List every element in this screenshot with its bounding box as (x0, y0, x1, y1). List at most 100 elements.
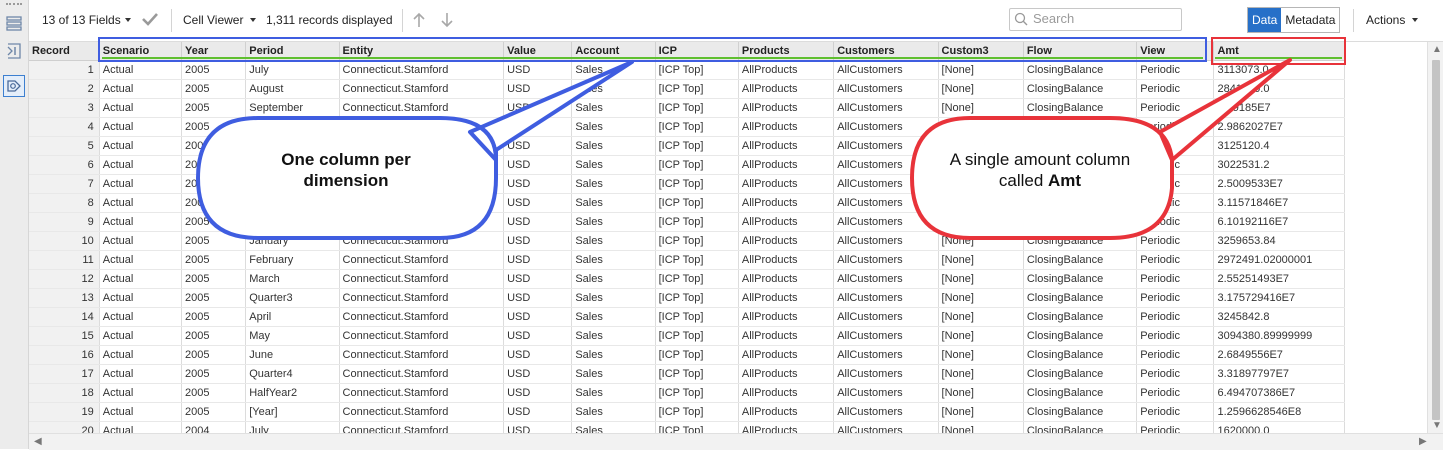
cell-value[interactable]: USD (503, 269, 573, 289)
cell-view[interactable]: Periodic (1136, 307, 1215, 327)
cell-viewer-selector[interactable]: Cell Viewer (183, 13, 243, 27)
cell-icp[interactable]: [ICP Top] (655, 383, 739, 403)
cell-amt[interactable]: 2841000.0 (1213, 79, 1345, 99)
cell-customers[interactable]: AllCustomers (833, 155, 939, 175)
scroll-up-arrow-icon[interactable]: ▲ (1432, 44, 1442, 55)
cell-flow[interactable]: ClosingBalance (1023, 79, 1138, 99)
cell-period[interactable]: [Year] (245, 402, 340, 422)
cell-products[interactable]: AllProducts (738, 155, 835, 175)
record-number-cell[interactable]: 15 (29, 326, 100, 346)
cell-customers[interactable]: AllCustomers (833, 250, 939, 270)
cell-amt[interactable]: 2.55251493E7 (1213, 269, 1345, 289)
cell-custom3[interactable]: [None] (938, 402, 1024, 422)
cell-customers[interactable]: AllCustomers (833, 364, 939, 384)
cell-view[interactable]: Periodic (1136, 402, 1215, 422)
cell-view[interactable]: Periodic (1136, 326, 1215, 346)
record-number-cell[interactable]: 14 (29, 307, 100, 327)
cell-view[interactable]: Periodic (1136, 117, 1215, 137)
cell-account[interactable]: Sales (571, 345, 656, 365)
cell-value[interactable]: USD (503, 421, 573, 433)
cell-entity[interactable]: Connecticut.Stamford (339, 345, 505, 365)
cell-products[interactable]: AllProducts (738, 307, 835, 327)
cell-entity[interactable]: Connecticut.Stamford (339, 326, 505, 346)
scroll-down-arrow-icon[interactable]: ▼ (1432, 420, 1442, 431)
cell-custom3[interactable]: [None] (938, 269, 1024, 289)
cell-icp[interactable]: [ICP Top] (655, 98, 739, 118)
cell-products[interactable]: AllProducts (738, 117, 835, 137)
cell-value[interactable]: USD (503, 117, 573, 137)
cell-customers[interactable]: AllCustomers (833, 174, 939, 194)
record-number-cell[interactable]: 6 (29, 155, 100, 175)
cell-scenario[interactable]: Actual (99, 117, 183, 137)
table-row[interactable]: 19 Actual 2005 [Year] Connecticut.Stamford US… (29, 402, 1345, 422)
column-header-customers[interactable]: Customers (833, 42, 939, 61)
cell-view[interactable]: Periodic (1136, 250, 1215, 270)
cell-year[interactable]: 2005 (181, 250, 247, 270)
scroll-left-arrow-icon[interactable]: ◀ (34, 436, 42, 447)
cell-scenario[interactable]: Actual (99, 269, 183, 289)
cell-amt[interactable]: 6.494707386E7 (1213, 383, 1345, 403)
cell-scenario[interactable]: Actual (99, 174, 183, 194)
table-row[interactable]: 16 Actual 2005 June Connecticut.Stamford USD S… (29, 345, 1345, 365)
cell-year[interactable]: 2005 (181, 383, 247, 403)
cell-year[interactable]: 2005 (181, 269, 247, 289)
cell-entity[interactable]: Connecticut.Stamford (339, 269, 505, 289)
table-row[interactable]: 12 Actual 2005 March Connecticut.Stamford USD… (29, 269, 1345, 289)
cell-scenario[interactable]: Actual (99, 402, 183, 422)
record-number-cell[interactable]: 10 (29, 231, 100, 251)
tab-metadata[interactable]: Metadata (1281, 8, 1340, 32)
cell-view[interactable]: Periodic (1136, 269, 1215, 289)
cell-year[interactable]: 2005 (181, 193, 247, 213)
cell-year[interactable]: 2005 (181, 345, 247, 365)
cell-period[interactable]: July (245, 60, 340, 80)
cell-amt[interactable]: 3094380.89999999 (1213, 326, 1345, 346)
table-row[interactable]: 1 Actual 2005 July Connecticut.Stamford USD Sa… (29, 60, 1345, 80)
cell-icp[interactable]: [ICP Top] (655, 136, 739, 156)
record-number-cell[interactable]: 12 (29, 269, 100, 289)
cell-entity[interactable]: Connecticut.Stamford (339, 402, 505, 422)
cell-account[interactable]: Sales (571, 250, 656, 270)
cell-entity[interactable]: Connecticut.Stamford (339, 250, 505, 270)
cell-entity[interactable] (339, 193, 505, 213)
cell-period[interactable]: July (245, 421, 340, 433)
scroll-right-arrow-icon[interactable]: ▶ (1419, 436, 1427, 447)
cell-flow[interactable]: ClosingBalance (1023, 60, 1138, 80)
record-number-cell[interactable]: 5 (29, 136, 100, 156)
cell-icp[interactable]: [ICP Top] (655, 288, 739, 308)
column-header-amt[interactable]: Amt (1213, 42, 1345, 61)
table-row[interactable]: 14 Actual 2005 April Connecticut.Stamford USD… (29, 307, 1345, 327)
column-header-record[interactable]: Record (29, 42, 100, 61)
cell-entity[interactable]: Connecticut.Stamford (339, 79, 505, 99)
column-header-value[interactable]: Value (503, 42, 573, 61)
column-header-icp[interactable]: ICP (655, 42, 739, 61)
cell-icp[interactable]: [ICP Top] (655, 345, 739, 365)
fields-chevron-down-icon[interactable] (125, 18, 131, 22)
cell-period[interactable] (245, 117, 340, 137)
cell-year[interactable]: 2005 (181, 231, 247, 251)
cell-products[interactable]: AllProducts (738, 79, 835, 99)
cell-products[interactable]: AllProducts (738, 136, 835, 156)
output-anchor-icon[interactable] (3, 75, 25, 97)
record-number-cell[interactable]: 3 (29, 98, 100, 118)
input-anchor-icon[interactable] (3, 40, 25, 62)
cell-period[interactable]: April (245, 307, 340, 327)
cell-icp[interactable]: [ICP Top] (655, 326, 739, 346)
cell-customers[interactable]: AllCustomers (833, 79, 939, 99)
cell-amt[interactable]: 2.6849556E7 (1213, 345, 1345, 365)
cell-amt[interactable]: 3259653.84 (1213, 231, 1345, 251)
cell-flow[interactable]: ClosingBalance (1023, 117, 1138, 137)
cell-value[interactable]: USD (503, 174, 573, 194)
cell-products[interactable]: AllProducts (738, 174, 835, 194)
cell-icp[interactable]: [ICP Top] (655, 250, 739, 270)
cell-value[interactable]: USD (503, 79, 573, 99)
cell-account[interactable]: Sales (571, 307, 656, 327)
cell-customers[interactable]: AllCustomers (833, 231, 939, 251)
cell-scenario[interactable]: Actual (99, 307, 183, 327)
cell-products[interactable]: AllProducts (738, 98, 835, 118)
cell-view[interactable]: Periodic (1136, 231, 1215, 251)
cell-scenario[interactable]: Actual (99, 136, 183, 156)
actions-chevron-down-icon[interactable] (1412, 18, 1418, 22)
cell-customers[interactable]: AllCustomers (833, 326, 939, 346)
cell-view[interactable]: Periodic (1136, 98, 1215, 118)
cell-custom3[interactable]: [None] (938, 117, 1024, 137)
